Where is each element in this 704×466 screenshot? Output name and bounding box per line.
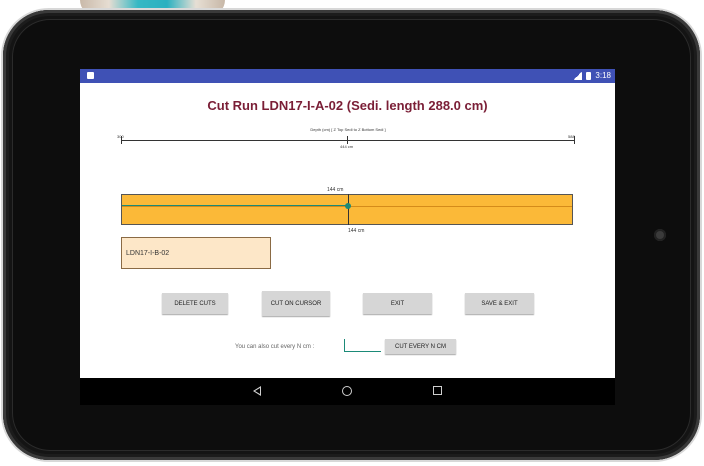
recents-icon[interactable] bbox=[433, 386, 442, 395]
cut-every-n-cm-button[interactable]: CUT EVERY N CM bbox=[385, 339, 456, 354]
cut-cursor-handle[interactable] bbox=[345, 203, 351, 209]
camera-icon bbox=[654, 229, 666, 241]
ruler-tick-mid bbox=[347, 136, 348, 144]
app-screen: 3:18 Cut Run LDN17-I-A-02 (Sedi. length … bbox=[80, 69, 615, 405]
section-label: LDN17-I-B-02 bbox=[126, 249, 170, 257]
back-icon[interactable] bbox=[253, 386, 261, 396]
status-time: 3:18 bbox=[595, 71, 611, 80]
ruler-end-label: 588 bbox=[568, 134, 575, 139]
home-icon[interactable] bbox=[342, 386, 352, 396]
cut-every-input[interactable] bbox=[344, 339, 381, 352]
depth-ruler: Depth (cm) [ Z Top Sedi to Z Bottom Sedi… bbox=[117, 126, 575, 156]
delete-cuts-button[interactable]: DELETE CUTS bbox=[162, 293, 228, 314]
cut-every-prompt: You can also cut every N cm : bbox=[235, 344, 315, 350]
navigation-bar bbox=[80, 378, 615, 405]
status-bar: 3:18 bbox=[80, 69, 615, 83]
cursor-guide-line bbox=[122, 205, 348, 206]
status-icons: 3:18 bbox=[573, 71, 611, 80]
save-exit-button[interactable]: SAVE & EXIT bbox=[465, 293, 534, 314]
ruler-line bbox=[121, 140, 575, 141]
ruler-start-label: 300 bbox=[117, 134, 124, 139]
ruler-mid-label: 444 cm bbox=[340, 144, 354, 149]
battery-icon bbox=[586, 71, 592, 80]
signal-icon bbox=[573, 71, 583, 80]
cut-on-cursor-button[interactable]: CUT ON CURSOR bbox=[262, 291, 330, 316]
cursor-depth-label-bottom: 144 cm bbox=[348, 228, 365, 234]
cursor-depth-label-top: 144 cm bbox=[327, 187, 344, 193]
page-title: Cut Run LDN17-I-A-02 (Sedi. length 288.0… bbox=[207, 98, 488, 113]
section-item[interactable]: LDN17-I-B-02 bbox=[121, 237, 271, 269]
cut-cursor-line[interactable] bbox=[348, 194, 349, 225]
exit-button[interactable]: EXIT bbox=[363, 293, 432, 314]
ruler-caption: Depth (cm) [ Z Top Sedi to Z Bottom Sedi… bbox=[310, 127, 386, 132]
notification-icon bbox=[87, 72, 94, 79]
core-section-bar[interactable] bbox=[121, 194, 573, 225]
